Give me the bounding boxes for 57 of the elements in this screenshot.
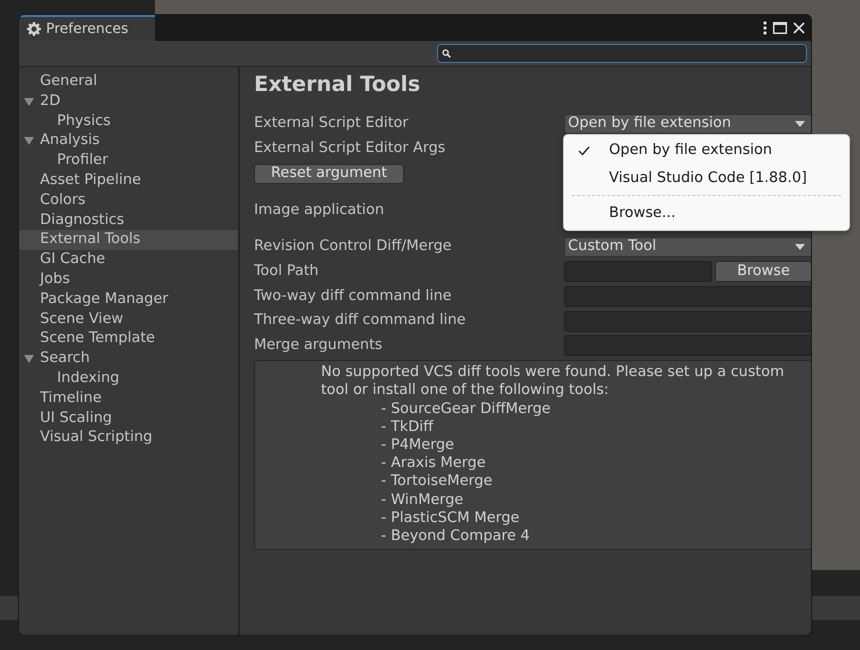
menu-item[interactable]: Open by file extension bbox=[564, 137, 849, 165]
menu-item[interactable]: Visual Studio Code [1.88.0] bbox=[564, 165, 849, 193]
sidebar-item[interactable]: Diagnostics bbox=[19, 210, 238, 230]
caret-icon bbox=[795, 244, 805, 250]
window-tab[interactable]: Preferences bbox=[19, 15, 155, 41]
caret-icon bbox=[795, 121, 805, 128]
field-label: Revision Control Diff/Merge bbox=[254, 237, 453, 256]
sidebar-item[interactable]: Scene Template bbox=[19, 329, 238, 350]
expand-triangle-icon[interactable] bbox=[24, 354, 34, 364]
sidebar-item[interactable]: Indexing bbox=[19, 368, 238, 389]
sidebar-item[interactable]: External Tools bbox=[19, 230, 238, 250]
search-icon bbox=[442, 49, 451, 58]
sidebar-item[interactable]: Search bbox=[19, 349, 238, 369]
field-label: External Script Editor bbox=[254, 114, 410, 134]
field-label: Merge arguments bbox=[254, 336, 384, 355]
tool-list-item: - TortoiseMerge bbox=[381, 473, 492, 490]
expand-triangle-icon[interactable] bbox=[24, 136, 34, 146]
page-heading: External Tools bbox=[254, 71, 422, 98]
sidebar-item[interactable]: Jobs bbox=[19, 270, 238, 290]
sidebar-item[interactable]: General bbox=[19, 72, 238, 92]
input-field[interactable] bbox=[564, 286, 811, 307]
sidebar-item[interactable]: GI Cache bbox=[19, 250, 238, 270]
dropdown[interactable]: Custom Tool bbox=[564, 237, 811, 258]
sidebar-item[interactable]: Timeline bbox=[19, 388, 238, 409]
expand-triangle-icon[interactable] bbox=[24, 96, 34, 107]
input-field[interactable] bbox=[564, 310, 811, 332]
menu-item[interactable]: Browse... bbox=[564, 200, 849, 228]
sidebar-item[interactable]: UI Scaling bbox=[19, 408, 238, 428]
sidebar-item[interactable]: Physics bbox=[19, 112, 238, 132]
tool-list-item: - TkDiff bbox=[381, 418, 434, 435]
sidebar-item[interactable]: Scene View bbox=[19, 310, 238, 330]
tool-list-item: - Beyond Compare 4 bbox=[381, 528, 530, 544]
tool-list-item: - Araxis Merge bbox=[381, 455, 486, 472]
field-label: Three-way diff command line bbox=[254, 311, 467, 330]
reset-button[interactable]: Reset argument bbox=[254, 164, 404, 184]
field-label: Tool Path bbox=[254, 262, 320, 281]
field-label: Image application bbox=[254, 200, 386, 220]
sidebar-item[interactable]: Package Manager bbox=[19, 290, 238, 310]
tool-list-item: - P4Merge bbox=[381, 437, 454, 453]
gear-icon bbox=[27, 22, 41, 36]
message-text: No supported VCS diff tools were found. Please set up a custom tool or install one of the following tools: bbox=[321, 363, 786, 400]
sidebar-item[interactable]: Colors bbox=[19, 190, 238, 211]
sidebar-item[interactable]: Asset Pipeline bbox=[19, 170, 238, 191]
search-field[interactable] bbox=[437, 44, 807, 63]
field-label: Two-way diff command line bbox=[254, 286, 453, 306]
input-field[interactable] bbox=[564, 335, 811, 356]
sidebar-item[interactable]: Visual Scripting bbox=[19, 428, 238, 448]
tool-list-item: - SourceGear DiffMerge bbox=[381, 400, 551, 417]
sidebar-item[interactable]: 2D bbox=[19, 92, 238, 112]
field-label: External Script Editor Args bbox=[254, 139, 446, 158]
browse-button[interactable]: Browse bbox=[715, 261, 811, 282]
tool-list-item: - WinMerge bbox=[381, 492, 464, 508]
dropdown[interactable]: Open by file extension bbox=[564, 114, 811, 134]
sidebar-item[interactable]: Profiler bbox=[19, 151, 238, 171]
sidebar-item[interactable]: Analysis bbox=[19, 131, 238, 152]
window-title: Preferences bbox=[46, 20, 128, 38]
tool-list-item: - PlasticSCM Merge bbox=[381, 510, 520, 526]
